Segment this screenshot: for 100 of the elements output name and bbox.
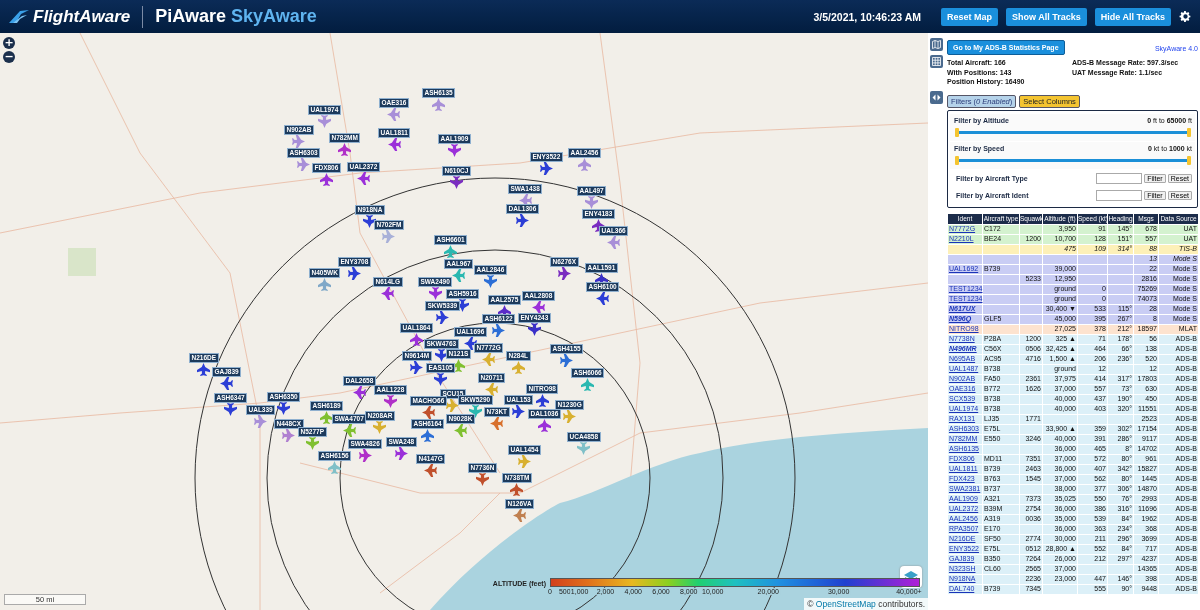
plane-icon[interactable]	[446, 399, 460, 412]
plane-icon[interactable]	[338, 143, 352, 156]
table-cell	[1019, 304, 1043, 314]
attribution-text: contributors.	[877, 599, 925, 609]
plane-icon[interactable]	[410, 361, 424, 374]
date-time: 3/5/2021, 10:46:23 AM	[813, 10, 922, 23]
settings-icon[interactable]	[1179, 10, 1192, 23]
table-cell	[982, 304, 1020, 314]
table-cell	[1019, 404, 1043, 414]
wing-logo-icon	[8, 8, 30, 25]
plane-icon[interactable]	[557, 267, 571, 280]
plane-icon[interactable]	[381, 287, 395, 300]
plane-icon[interactable]	[483, 275, 497, 288]
plane-icon[interactable]	[512, 405, 526, 418]
plane-icon[interactable]	[387, 138, 401, 151]
map-toggle-button[interactable]	[930, 38, 943, 51]
plane-icon[interactable]	[492, 324, 506, 337]
slider-start-handle[interactable]	[955, 127, 959, 137]
plane-icon[interactable]	[356, 172, 370, 185]
plane-icon[interactable]	[277, 402, 291, 415]
table-cell	[1019, 284, 1043, 294]
filter-input[interactable]	[1096, 189, 1143, 201]
plane-icon[interactable]	[560, 354, 574, 367]
plane-icon[interactable]	[434, 373, 448, 386]
header-button[interactable]: Reset Map	[941, 7, 999, 26]
header-button[interactable]: Show All Tracks	[1006, 7, 1087, 26]
table-cell	[982, 244, 1020, 254]
table-cell	[1077, 254, 1108, 264]
plane-icon[interactable]	[535, 394, 549, 407]
plane-icon[interactable]	[352, 386, 366, 399]
map-icon	[932, 40, 941, 49]
plane-icon[interactable]	[435, 311, 449, 324]
table-cell	[982, 294, 1020, 304]
table-cell	[1019, 244, 1043, 254]
table-cell	[1107, 274, 1134, 284]
plane-icon[interactable]	[539, 162, 553, 175]
grid-icon	[932, 57, 941, 66]
table-cell	[982, 324, 1020, 334]
plane-icon[interactable]	[434, 349, 448, 362]
table-cell	[982, 254, 1020, 264]
plane-icon[interactable]	[449, 176, 463, 189]
table-cell	[1107, 564, 1134, 574]
table-cell	[1107, 294, 1134, 304]
plane-icon[interactable]	[224, 403, 238, 416]
app-subtitle: SkyAware	[231, 6, 317, 27]
plane-icon[interactable]	[447, 144, 461, 157]
table-cell	[1019, 314, 1043, 324]
plane-icon[interactable]	[328, 461, 342, 474]
slider-start-handle[interactable]	[955, 155, 959, 165]
table-cell	[982, 574, 1020, 584]
table-cell	[1107, 254, 1134, 264]
zoom-in-button[interactable]: +	[3, 37, 15, 49]
plane-icon[interactable]	[358, 449, 372, 462]
table-cell	[1019, 364, 1043, 374]
zoom-out-button[interactable]: −	[3, 51, 15, 63]
plane-icon[interactable]	[527, 323, 541, 336]
table-cell	[1019, 424, 1043, 434]
header-button[interactable]: Hide All Tracks	[1094, 7, 1171, 26]
table-cell	[982, 444, 1020, 454]
table-cell	[1077, 264, 1108, 274]
plane-icon[interactable]	[537, 419, 551, 432]
plane-icon[interactable]	[463, 337, 477, 350]
copyright-sign: ©	[807, 599, 815, 609]
table-cell	[1042, 584, 1078, 594]
attribution-link[interactable]: OpenStreetMap	[815, 599, 876, 609]
plane-icon[interactable]	[531, 301, 545, 314]
slider-end-handle[interactable]	[1187, 155, 1191, 165]
plane-icon[interactable]	[394, 447, 408, 460]
plane-icon[interactable]	[515, 214, 529, 227]
table-cell	[982, 274, 1020, 284]
plane-icon[interactable]	[319, 173, 333, 186]
plane-icon[interactable]	[596, 292, 610, 305]
table-cell	[1019, 484, 1043, 494]
plane-icon[interactable]	[197, 363, 211, 376]
plane-icon[interactable]	[383, 395, 397, 408]
filter-input[interactable]	[1096, 172, 1143, 184]
table-cell	[1042, 254, 1078, 264]
plane-icon[interactable]	[428, 287, 442, 300]
plane-icon[interactable]	[409, 333, 423, 346]
table-cell	[1107, 264, 1134, 274]
plane-icon[interactable]	[320, 411, 334, 424]
plane-icon[interactable]	[468, 405, 482, 418]
table-cell	[1019, 224, 1043, 234]
plane-icon[interactable]	[363, 215, 377, 228]
table-cell	[1077, 274, 1108, 284]
table-cell	[1107, 414, 1134, 424]
table-toggle-button[interactable]	[930, 55, 943, 68]
table-cell	[1019, 254, 1043, 264]
table-cell	[1019, 444, 1043, 454]
plane-icon[interactable]	[347, 267, 361, 280]
table-cell	[1019, 294, 1043, 304]
plane-icon[interactable]	[421, 429, 435, 442]
logo-text: FlightAware	[33, 6, 131, 27]
table-cell	[982, 284, 1020, 294]
slider-end-handle[interactable]	[1187, 127, 1191, 137]
table-cell	[1019, 524, 1043, 534]
expand-panel-button[interactable]	[930, 91, 943, 104]
table-cell	[1107, 364, 1134, 374]
table-cell	[1019, 264, 1043, 274]
plane-icon[interactable]	[220, 377, 234, 390]
